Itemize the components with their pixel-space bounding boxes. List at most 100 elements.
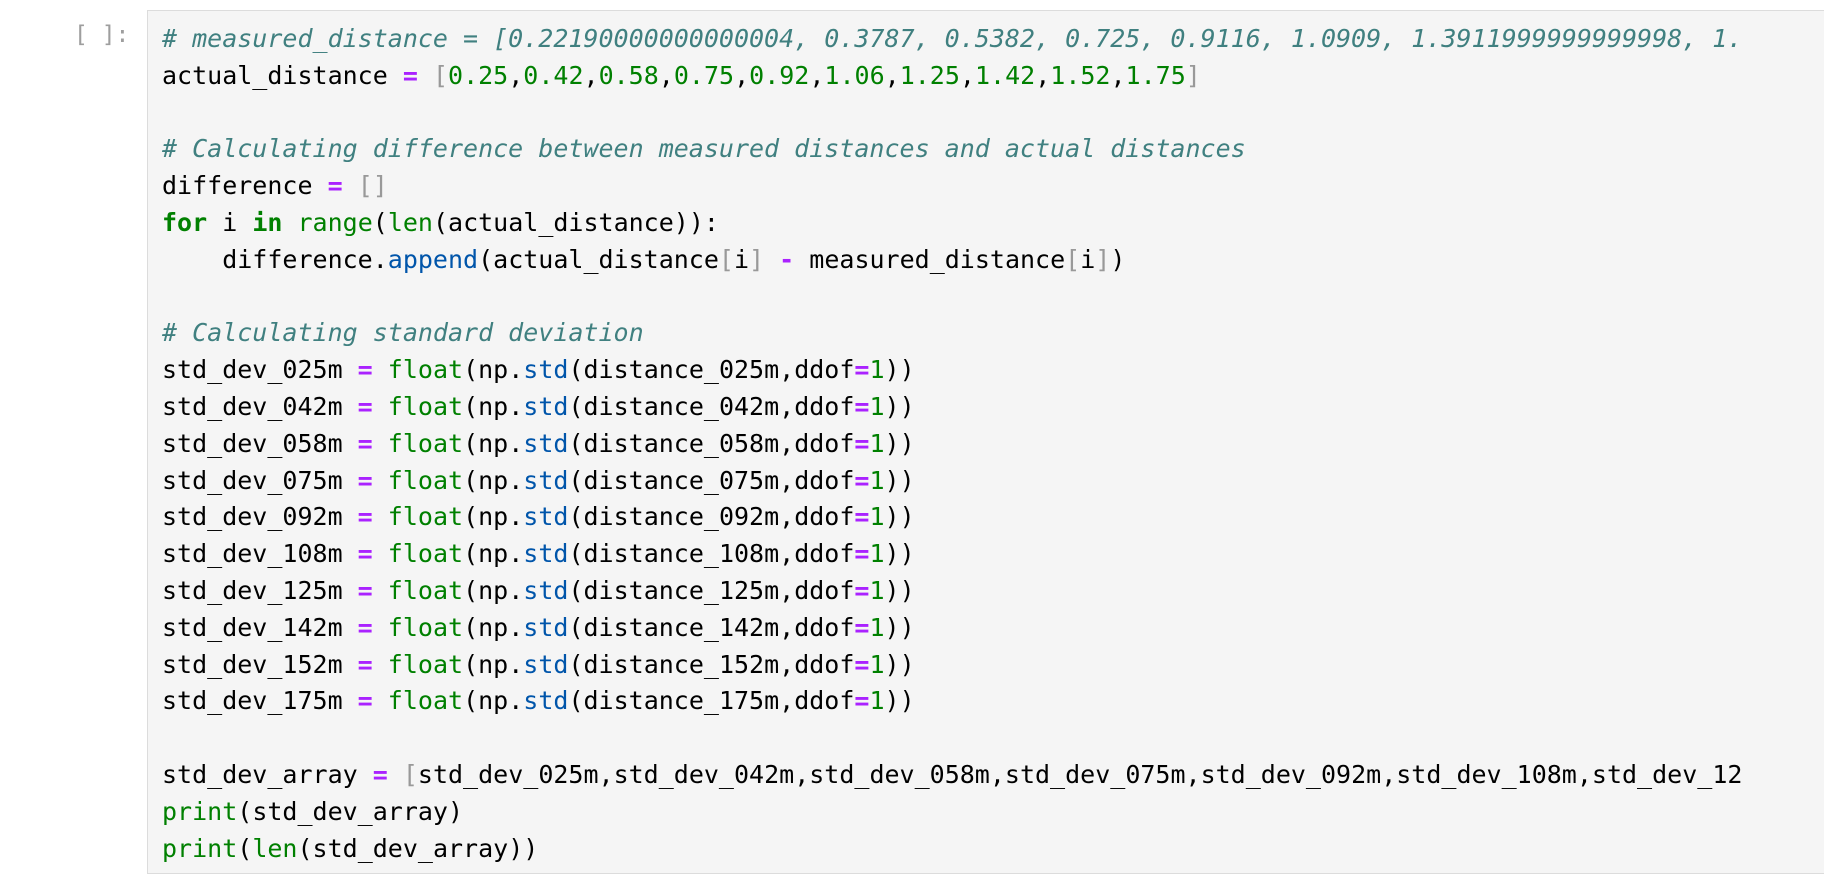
code-token: actual_distance <box>162 60 403 90</box>
code-token: - <box>779 244 795 274</box>
code-token: )) <box>884 428 915 458</box>
code-line: std_dev_125m = float(np.std(distance_125… <box>162 573 1742 610</box>
code-token: 1.42 <box>974 60 1036 90</box>
code-token: = <box>854 428 870 458</box>
code-editor[interactable]: # measured_distance = [0.221900000000000… <box>147 10 1824 874</box>
code-token: = <box>357 428 373 458</box>
code-token: 0.75 <box>673 60 735 90</box>
code-line: std_dev_108m = float(np.std(distance_108… <box>162 536 1742 573</box>
code-token: std <box>523 465 569 495</box>
code-token: std_dev_152m <box>162 649 358 679</box>
code-token: )) <box>884 391 915 421</box>
code-token: std_dev_092m <box>162 502 358 532</box>
code-token: = <box>357 649 373 679</box>
code-token: float <box>387 575 464 605</box>
code-token: i <box>207 207 253 237</box>
code-token: (np. <box>463 539 524 569</box>
code-token: i <box>733 244 750 274</box>
code-token: (distance_092m,ddof <box>568 502 855 532</box>
code-token: 0.25 <box>448 60 509 90</box>
code-token: 0.42 <box>523 60 584 90</box>
code-token: std_dev_075m <box>162 465 358 495</box>
code-token: range <box>297 207 373 237</box>
code-token: (np. <box>463 612 524 642</box>
code-token: float <box>387 686 464 716</box>
code-token: [ <box>1065 244 1081 274</box>
code-token: std_dev_175m <box>162 686 358 716</box>
code-token: (distance_042m,ddof <box>568 391 855 421</box>
code-token: )) <box>884 575 915 605</box>
code-token: (np. <box>463 575 524 605</box>
code-token: (distance_175m,ddof <box>568 686 855 716</box>
code-token: 1.06 <box>824 60 885 90</box>
code-token: i <box>1080 244 1096 274</box>
code-token: (np. <box>463 428 524 458</box>
code-token: (distance_125m,ddof <box>568 575 855 605</box>
code-token: 1.25 <box>899 60 960 90</box>
notebook-code-cell[interactable]: [ ]: # measured_distance = [0.2219000000… <box>0 0 1824 884</box>
code-token: (distance_142m,ddof <box>568 612 855 642</box>
code-line: difference = [] <box>162 168 1742 205</box>
code-token: std <box>523 539 569 569</box>
code-line: std_dev_058m = float(np.std(distance_058… <box>162 426 1742 463</box>
code-token: = <box>854 649 870 679</box>
code-token: , <box>508 60 524 90</box>
code-token: float <box>387 355 464 385</box>
code-token: , <box>583 60 599 90</box>
code-token: 1 <box>869 502 885 532</box>
code-token: float <box>387 428 464 458</box>
code-line: std_dev_152m = float(np.std(distance_152… <box>162 647 1742 684</box>
code-line: std_dev_175m = float(np.std(distance_175… <box>162 683 1742 720</box>
code-token: (np. <box>463 686 524 716</box>
code-line: std_dev_042m = float(np.std(distance_042… <box>162 389 1742 426</box>
code-line: std_dev_142m = float(np.std(distance_142… <box>162 610 1742 647</box>
code-token: (std_dev_array)) <box>297 833 539 863</box>
cell-execution-prompt: [ ]: <box>74 22 130 48</box>
code-token: (actual_distance <box>478 244 719 274</box>
code-token: (std_dev_array) <box>237 796 464 826</box>
code-token: 1 <box>869 355 885 385</box>
code-token: float <box>387 612 464 642</box>
code-token: in <box>252 207 283 237</box>
code-line: difference.append(actual_distance[i] - m… <box>162 242 1742 279</box>
code-token: std_dev_025m <box>162 355 358 385</box>
code-token: (np. <box>463 649 524 679</box>
code-line: print(std_dev_array) <box>162 794 1742 831</box>
code-token: 1.75 <box>1125 60 1186 90</box>
code-token: = <box>357 575 373 605</box>
code-token: )) <box>884 465 915 495</box>
code-line: # Calculating standard deviation <box>162 315 1742 352</box>
code-token: 1 <box>869 612 885 642</box>
code-token: , <box>734 60 750 90</box>
code-token: for <box>162 207 208 237</box>
code-token: 1 <box>869 539 885 569</box>
code-token: print <box>162 833 238 863</box>
code-token: 0.58 <box>598 60 659 90</box>
code-token: # Calculating difference between measure… <box>162 134 1246 164</box>
code-block[interactable]: # measured_distance = [0.221900000000000… <box>162 21 1742 867</box>
code-line: # Calculating difference between measure… <box>162 131 1742 168</box>
code-token: [] <box>357 171 388 201</box>
code-token: std_dev_025m,std_dev_042m,std_dev_058m,s… <box>417 759 1743 789</box>
code-token: float <box>387 539 464 569</box>
code-token: ] <box>749 244 765 274</box>
code-token: float <box>387 502 464 532</box>
code-token: len <box>387 207 433 237</box>
code-line: std_dev_array = [std_dev_025m,std_dev_04… <box>162 757 1742 794</box>
code-token: [ <box>432 60 449 90</box>
code-line: print(len(std_dev_array)) <box>162 831 1742 868</box>
code-token: = <box>402 60 418 90</box>
code-token: , <box>959 60 975 90</box>
code-token: = <box>357 391 373 421</box>
code-token: = <box>372 759 388 789</box>
code-token: std_dev_142m <box>162 612 358 642</box>
